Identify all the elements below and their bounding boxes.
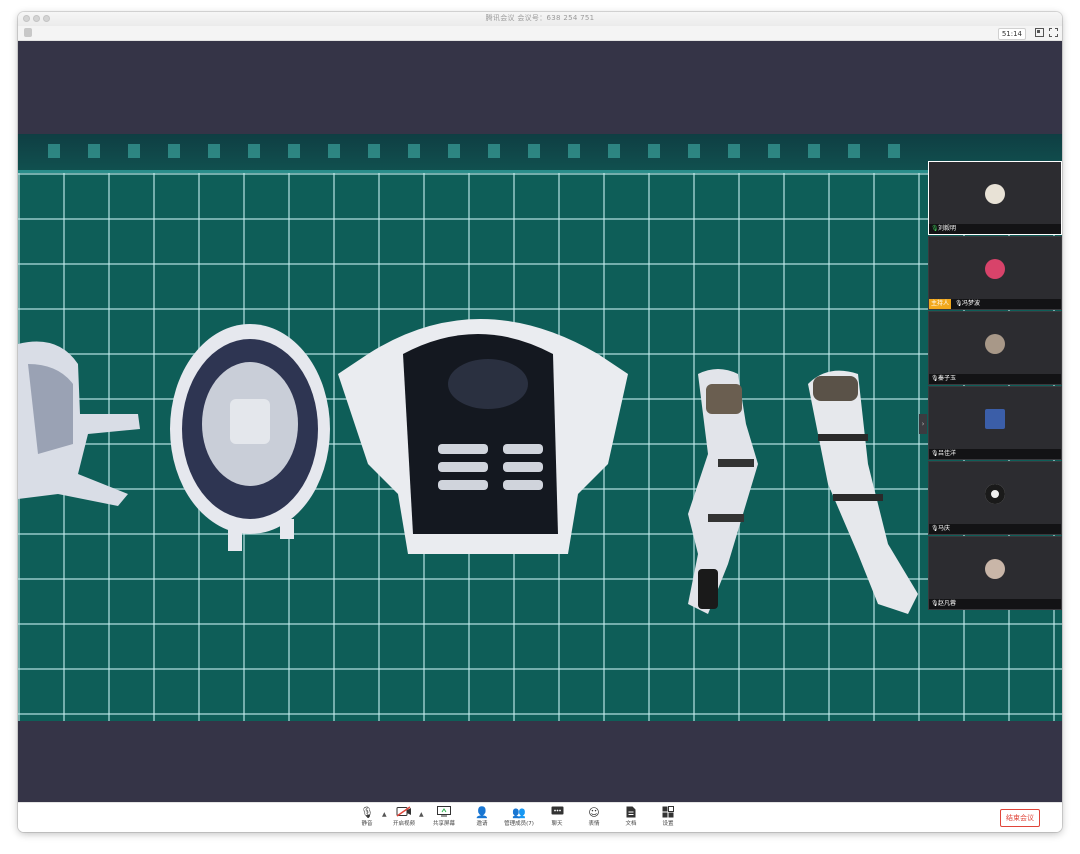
meeting-timer: 51:14	[997, 28, 1026, 40]
meeting-controls-bar: 🎙 静音 ▲ 开启视频 ▲ 共享屏幕 👤 邀请 👥 管理成员(7) 聊天 ☺ 表…	[18, 802, 1062, 832]
mic-muted-icon: 🎙	[931, 375, 939, 382]
participant-name: 马庆	[938, 525, 951, 532]
participant-name: 刘毅明	[938, 225, 957, 232]
layout-icon[interactable]	[1035, 28, 1044, 37]
avatar	[985, 259, 1005, 279]
avatar	[985, 334, 1005, 354]
avatar	[985, 409, 1005, 429]
grid-settings-icon	[653, 806, 683, 820]
smiley-icon: ☺	[588, 806, 600, 819]
participant-name: 吕佳洋	[938, 450, 957, 457]
documents-button[interactable]: 文档	[616, 806, 646, 832]
audio-options-chevron-icon[interactable]: ▲	[382, 811, 387, 818]
meeting-window: 腾讯会议 会议号：638 254 751 51:14 › 🎙刘毅明 主持人 🎙冯…	[18, 12, 1062, 832]
participant-name: 赵凡蓉	[938, 600, 957, 607]
microphone-icon: 🎙	[360, 806, 374, 819]
mic-muted-icon: 🎙	[931, 600, 939, 607]
video-options-chevron-icon[interactable]: ▲	[419, 811, 424, 818]
robot-leg-part	[18, 341, 140, 506]
video-stage: › 🎙刘毅明 主持人 🎙冯梦波 🎙秦子玉 🎙吕佳洋 🎙马庆 🎙赵凡蓉	[18, 41, 1062, 802]
start-video-button[interactable]: 开启视频	[389, 806, 419, 832]
mat-ruler-strip	[18, 134, 1062, 173]
robot-arm-left-part	[688, 369, 758, 614]
video-off-icon	[389, 806, 419, 820]
participant-tile[interactable]: 主持人 🎙冯梦波	[928, 236, 1062, 310]
fullscreen-icon[interactable]	[1049, 28, 1058, 37]
settings-button[interactable]: 设置	[653, 806, 683, 832]
participant-name: 冯梦波	[962, 300, 981, 307]
end-meeting-button[interactable]: 结束会议	[1000, 809, 1040, 827]
chat-bubble-icon	[542, 806, 572, 820]
participant-tile[interactable]: 🎙秦子玉	[928, 311, 1062, 385]
share-screen-button[interactable]: 共享屏幕	[429, 806, 459, 832]
emoji-button[interactable]: ☺ 表情	[579, 806, 609, 832]
participant-tile[interactable]: 🎙赵凡蓉	[928, 536, 1062, 610]
avatar	[985, 184, 1005, 204]
members-icon: 👥	[512, 806, 526, 819]
oval-armor-part	[170, 324, 330, 551]
title-bar: 腾讯会议 会议号：638 254 751	[18, 12, 1062, 27]
add-user-icon: 👤	[475, 806, 489, 819]
avatar	[985, 484, 1005, 504]
participant-tile[interactable]: 🎙吕佳洋	[928, 386, 1062, 460]
manage-members-button[interactable]: 👥 管理成员(7)	[504, 806, 534, 832]
screen-share-icon	[429, 806, 459, 820]
chat-button[interactable]: 聊天	[542, 806, 572, 832]
participant-name: 秦子玉	[938, 375, 957, 382]
host-badge: 主持人	[929, 299, 952, 309]
participants-sidebar: 🎙刘毅明 主持人 🎙冯梦波 🎙秦子玉 🎙吕佳洋 🎙马庆 🎙赵凡蓉	[928, 161, 1062, 611]
collapse-sidebar-button[interactable]: ›	[919, 414, 927, 434]
robot-arm-right-part	[808, 370, 918, 614]
mic-muted-icon: 🎙	[931, 525, 939, 532]
avatar	[985, 559, 1005, 579]
mic-icon: 🎙	[955, 300, 963, 307]
torso-armor-part	[338, 319, 628, 554]
mute-button[interactable]: 🎙 静音	[352, 806, 382, 832]
mic-on-icon: 🎙	[931, 225, 939, 232]
invite-button[interactable]: 👤 邀请	[467, 806, 497, 832]
mic-muted-icon: 🎙	[931, 450, 939, 457]
participant-tile[interactable]: 🎙刘毅明	[928, 161, 1062, 235]
window-title: 腾讯会议 会议号：638 254 751	[485, 14, 595, 22]
security-shield-icon[interactable]	[24, 28, 32, 37]
shared-video-feed	[18, 134, 1062, 721]
participant-tile[interactable]: 🎙马庆	[928, 461, 1062, 535]
document-icon	[616, 806, 646, 820]
meeting-info-bar: 51:14	[18, 26, 1062, 41]
